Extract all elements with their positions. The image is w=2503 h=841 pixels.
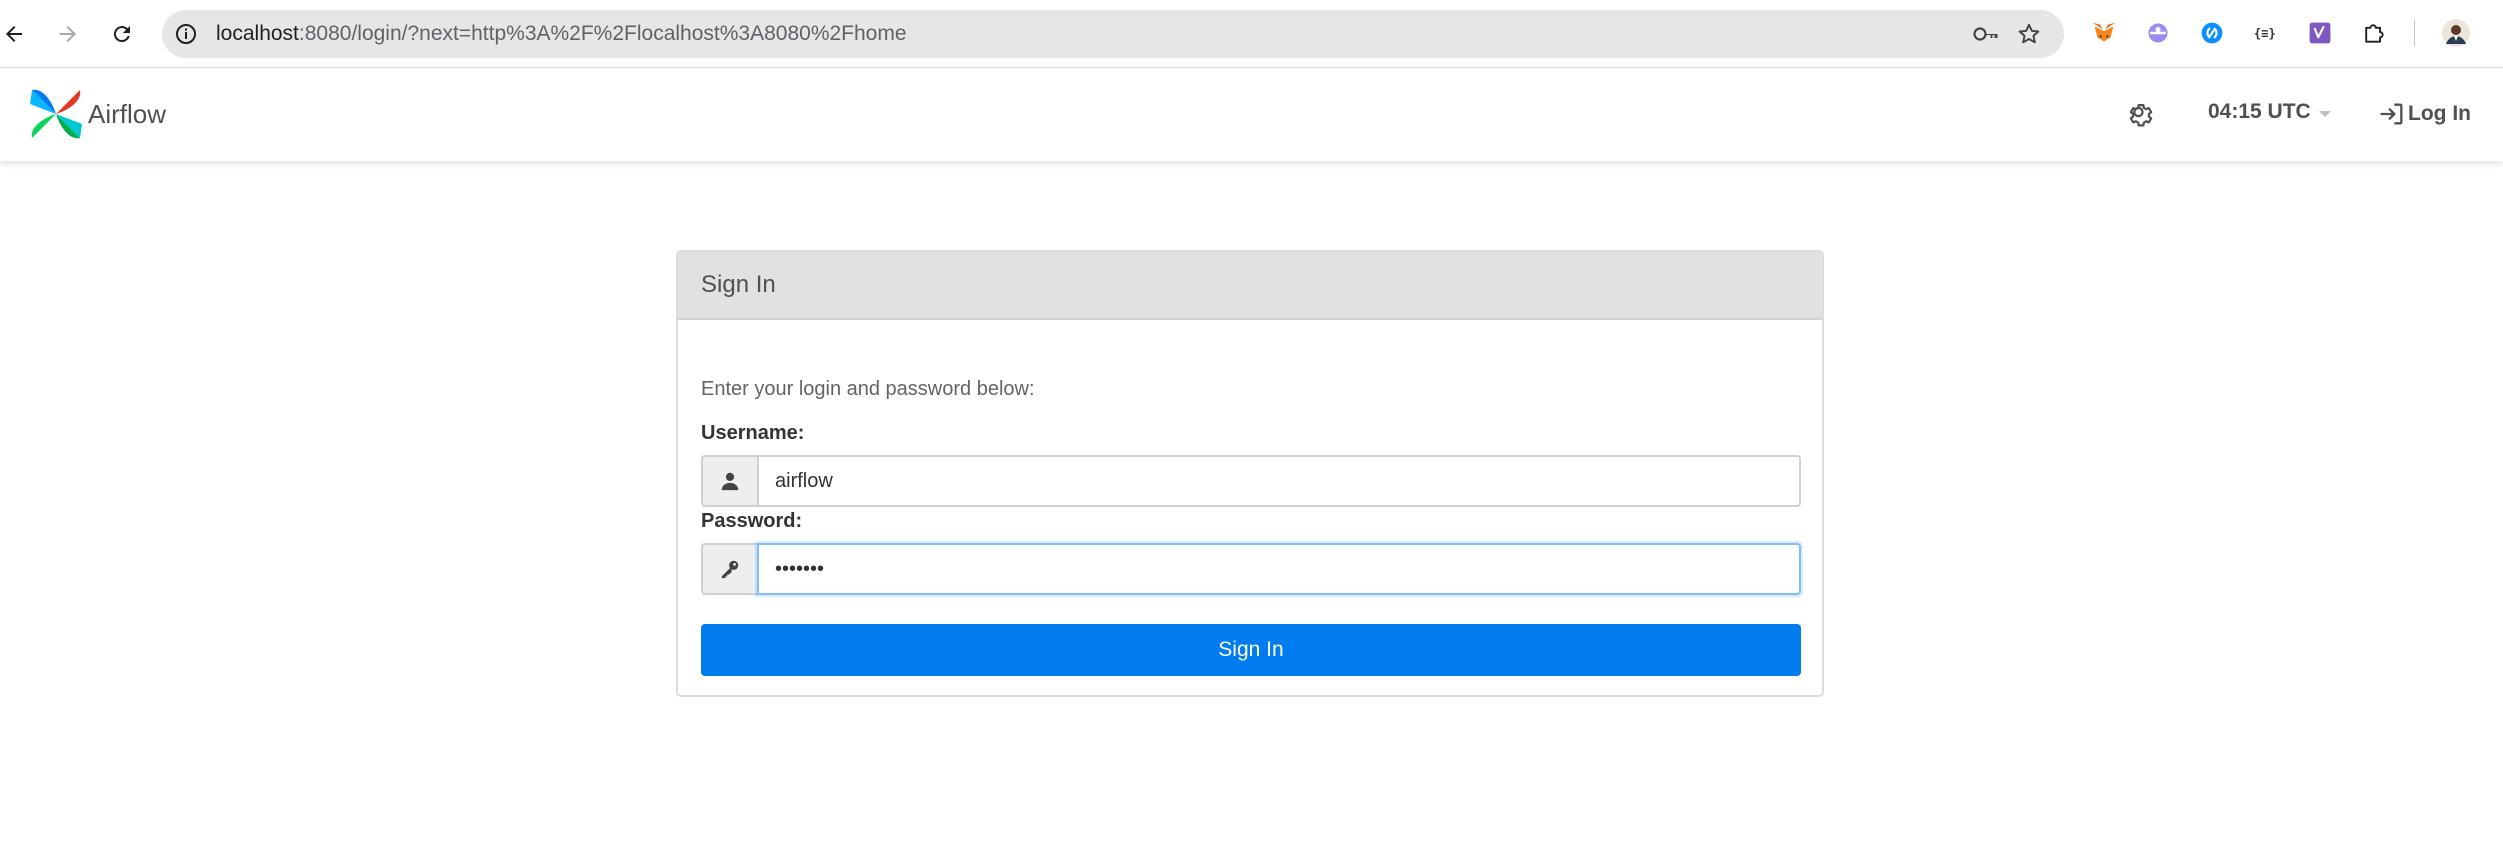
sign-in-instructions: Enter your login and password below: [701, 378, 1035, 400]
reload-icon [113, 26, 130, 43]
json-viewer-icon[interactable]: {≡} [2251, 18, 2281, 48]
url-host: localhost [216, 22, 299, 45]
username-input-group [701, 455, 1801, 507]
panel-heading: Sign In [678, 252, 1822, 320]
back-button[interactable] [0, 16, 32, 52]
password-input-group [701, 543, 1801, 595]
user-icon [721, 472, 739, 491]
svg-text:{≡}: {≡} [2254, 27, 2276, 41]
bookmark-star-icon[interactable] [2016, 21, 2042, 47]
url-path: :8080/login/?next=http%3A%2F%2Flocalhost… [298, 22, 907, 45]
password-input[interactable] [757, 543, 1801, 595]
username-input[interactable] [757, 455, 1801, 507]
airflow-brand-link[interactable]: Airflow [28, 85, 166, 143]
brand-name: Airflow [88, 98, 167, 129]
sign-in-arrow-icon [2380, 103, 2403, 125]
profile-avatar-icon[interactable] [2441, 18, 2471, 48]
password-label: Password: [701, 510, 803, 532]
theme-settings-gear-icon[interactable] [2127, 101, 2155, 129]
username-addon [701, 455, 757, 507]
extension-purple-icon[interactable] [2143, 18, 2173, 48]
clock-time: 04:15 UTC [2208, 100, 2311, 123]
address-bar[interactable]: localhost:8080/login/?next=http%3A%2F%2F… [162, 10, 2064, 58]
vimeo-icon[interactable] [2305, 18, 2335, 48]
site-info-icon[interactable] [174, 22, 198, 46]
login-link[interactable]: Log In [2378, 97, 2471, 131]
forward-button[interactable] [50, 16, 86, 52]
extensions-puzzle-icon[interactable] [2359, 18, 2389, 48]
username-label: Username: [701, 422, 805, 444]
browser-toolbar: localhost:8080/login/?next=http%3A%2F%2F… [0, 0, 2503, 68]
metamask-icon[interactable] [2089, 18, 2119, 48]
password-key-icon[interactable] [1972, 22, 2000, 46]
password-addon [701, 543, 757, 595]
login-label: Log In [2408, 102, 2471, 125]
chevron-down-icon [2318, 110, 2331, 117]
sign-in-panel: Sign In Enter your login and password be… [676, 250, 1824, 697]
back-arrow-icon [6, 26, 22, 42]
toolbar-divider [2414, 20, 2415, 46]
url-text[interactable]: localhost:8080/login/?next=http%3A%2F%2F… [216, 10, 907, 58]
key-icon [721, 560, 739, 579]
airflow-pinwheel-logo-icon [30, 89, 82, 139]
airflow-navbar: Airflow 04:15 UTC Log In [0, 69, 2503, 161]
reload-button[interactable] [104, 16, 140, 52]
sign-in-button[interactable]: Sign In [701, 624, 1801, 676]
forward-arrow-icon [60, 26, 76, 42]
utc-clock-dropdown[interactable]: 04:15 UTC [2208, 100, 2331, 124]
shazam-icon[interactable] [2197, 18, 2227, 48]
